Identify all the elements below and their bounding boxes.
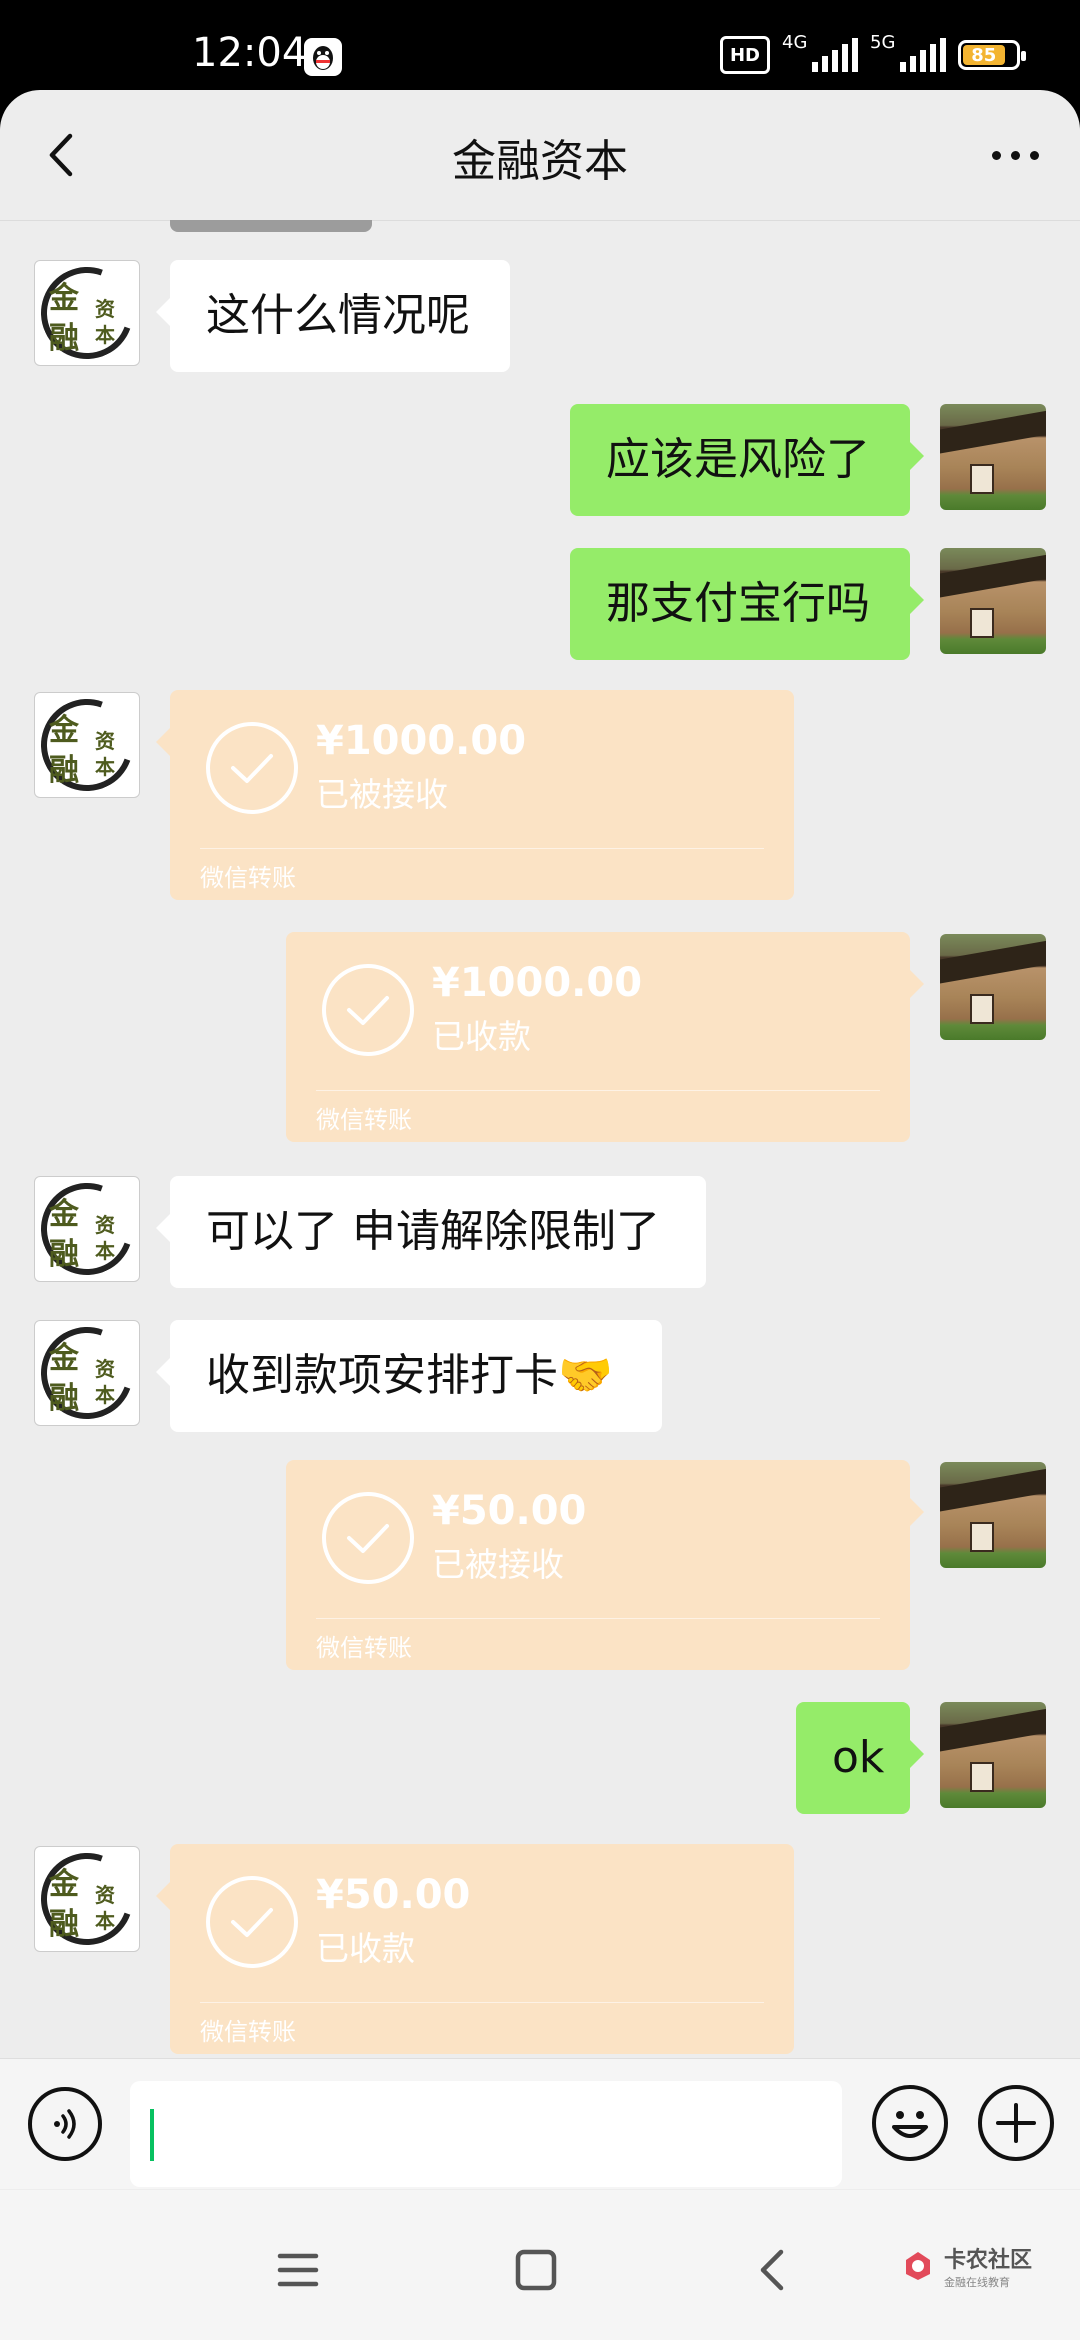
- emoji-icon: [892, 2111, 928, 2138]
- plus-button[interactable]: [978, 2085, 1054, 2161]
- qq-notification-icon: [304, 38, 342, 76]
- watermark-main: 卡农社区: [944, 2248, 1033, 2273]
- back-nav-button[interactable]: [742, 2240, 802, 2300]
- emoji-button[interactable]: [872, 2085, 948, 2161]
- my-avatar[interactable]: [940, 1462, 1046, 1568]
- check-circle-icon: [322, 964, 414, 1056]
- check-circle-icon: [206, 722, 298, 814]
- contact-avatar[interactable]: 金 融 资 本: [34, 1176, 140, 1282]
- message-bubble[interactable]: ok: [796, 1702, 924, 1814]
- transfer-amount: ¥1000.00: [316, 718, 527, 764]
- home-nav-button[interactable]: [506, 2240, 566, 2300]
- signal-4g-icon: 4G: [782, 32, 858, 72]
- transfer-amount: ¥50.00: [432, 1488, 587, 1534]
- message-bubble[interactable]: 可以了 申请解除限制了: [156, 1176, 706, 1288]
- message-bubble[interactable]: 那支付宝行吗: [570, 548, 924, 660]
- plus-icon: [996, 2103, 1036, 2143]
- chat-header: 金融资本: [0, 90, 1080, 220]
- contact-avatar[interactable]: 金 融 资 本: [34, 692, 140, 798]
- transfer-card[interactable]: ¥50.00 已被接收 微信转账: [286, 1460, 924, 1670]
- my-avatar[interactable]: [940, 1702, 1046, 1808]
- system-nav-bar: 卡农社区 金融在线教育: [0, 2190, 1080, 2340]
- my-avatar[interactable]: [940, 934, 1046, 1040]
- battery-level: 85: [963, 45, 1005, 66]
- signal-4g-label: 4G: [782, 32, 808, 53]
- contact-avatar[interactable]: 金 融 资 本: [34, 260, 140, 366]
- watermark-sub: 金融在线教育: [944, 2276, 1010, 2289]
- transfer-amount: ¥50.00: [316, 1872, 471, 1918]
- signal-5g-label: 5G: [870, 32, 896, 53]
- message-bubble[interactable]: 这什么情况呢: [156, 260, 510, 372]
- contact-avatar[interactable]: 金 融 资 本: [34, 1320, 140, 1426]
- watermark: 卡农社区 金融在线教育: [900, 2242, 1032, 2290]
- contact-avatar[interactable]: 金 融 资 本: [34, 1846, 140, 1952]
- more-dots-icon: [991, 150, 1001, 160]
- input-bar: [0, 2058, 1080, 2189]
- transfer-footer: 微信转账: [200, 2018, 296, 2046]
- back-icon: [760, 2249, 784, 2291]
- transfer-footer: 微信转账: [316, 1106, 412, 1134]
- transfer-footer: 微信转账: [200, 864, 296, 892]
- chat-title: 金融资本: [452, 136, 628, 187]
- chat-window: 金融资本 金 融 资 本 这什么情况呢 应该是风险了 那支付宝行吗 金 融 资 …: [0, 90, 1080, 2340]
- text-caret: [150, 2109, 154, 2161]
- hd-voice-badge: HD: [720, 36, 770, 74]
- transfer-status: 已被接收: [316, 775, 448, 814]
- voice-button[interactable]: [28, 2087, 102, 2161]
- check-circle-icon: [322, 1492, 414, 1584]
- header-divider: [0, 220, 1080, 221]
- home-icon: [515, 2249, 557, 2291]
- signal-5g-icon: 5G: [870, 32, 946, 72]
- my-avatar[interactable]: [940, 404, 1046, 510]
- menu-nav-button[interactable]: [268, 2240, 328, 2300]
- transfer-status: 已收款: [316, 1929, 415, 1968]
- status-time: 12:04: [192, 30, 308, 76]
- battery-icon: 85: [958, 40, 1026, 70]
- kanong-logo-icon: [906, 2252, 930, 2280]
- voice-icon: [54, 2109, 76, 2139]
- transfer-status: 已被接收: [432, 1545, 564, 1584]
- transfer-status: 已收款: [432, 1017, 531, 1056]
- message-input[interactable]: [130, 2081, 842, 2187]
- my-avatar[interactable]: [940, 548, 1046, 654]
- status-bar: 12:04 HD 4G 5G 85: [0, 0, 1080, 100]
- message-bubble[interactable]: 应该是风险了: [570, 404, 924, 516]
- menu-icon: [277, 2253, 319, 2287]
- transfer-footer: 微信转账: [316, 1634, 412, 1662]
- message-bubble[interactable]: 收到款项安排打卡🤝: [156, 1320, 662, 1432]
- transfer-card[interactable]: ¥1000.00 已收款 微信转账: [286, 932, 924, 1142]
- transfer-card[interactable]: ¥50.00 已收款 微信转账: [156, 1844, 794, 2054]
- check-circle-icon: [206, 1876, 298, 1968]
- transfer-amount: ¥1000.00: [432, 960, 643, 1006]
- previous-message-edge: [170, 220, 372, 232]
- more-button[interactable]: [980, 130, 1050, 180]
- transfer-card[interactable]: ¥1000.00 已被接收 微信转账: [156, 690, 794, 900]
